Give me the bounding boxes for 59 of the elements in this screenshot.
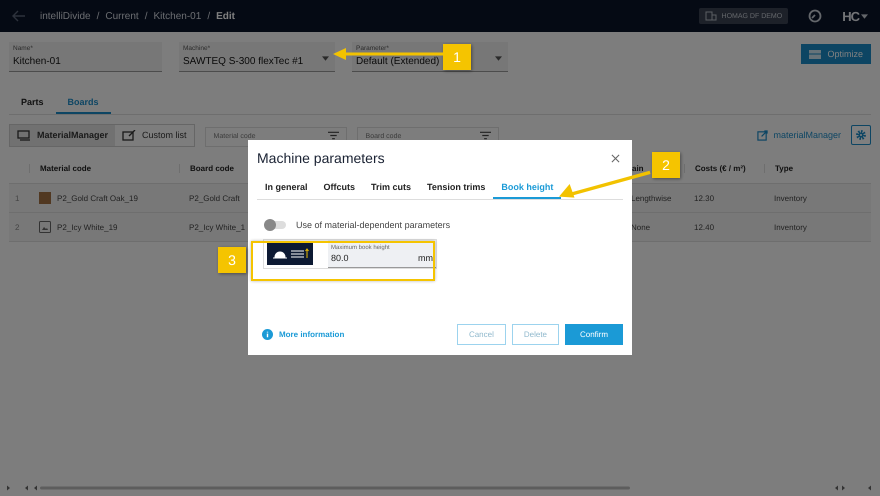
- table-cell: P2_Gold Craft Oak_19: [57, 194, 138, 202]
- breadcrumb-item: Edit: [216, 10, 235, 22]
- breadcrumb-separator: /: [144, 10, 148, 22]
- table-cell-text: P2_Icy White_1: [188, 222, 246, 232]
- table-cell-text: Inventory: [773, 194, 807, 202]
- table-cell: P2_Icy White_19: [57, 222, 118, 232]
- breadcrumb-separator: /: [96, 10, 100, 22]
- table-cell-text: 12.40: [693, 222, 714, 232]
- tab[interactable]: Parts: [9, 92, 56, 114]
- caret-icon[interactable]: [495, 56, 502, 61]
- caret-icon[interactable]: [322, 56, 329, 61]
- filter-icon[interactable]: [480, 131, 491, 140]
- table-cell: Lengthwise: [631, 194, 672, 202]
- tab[interactable]: Offcuts: [316, 177, 364, 199]
- tab[interactable]: Book height: [493, 177, 562, 199]
- source-toggle-button[interactable]: MaterialManager: [10, 124, 116, 146]
- callout-marker: 2: [652, 152, 680, 178]
- callout-marker: 3: [218, 247, 246, 273]
- external-link-icon: [757, 130, 768, 140]
- settings-icon: [855, 129, 867, 141]
- dialog-title: Machine parameters: [257, 150, 385, 166]
- tab[interactable]: In general: [257, 177, 316, 199]
- saw-stack-height-icon: [267, 243, 313, 265]
- column-header: Type: [764, 164, 794, 172]
- dialog-button[interactable]: Confirm: [564, 324, 623, 345]
- breadcrumb-item[interactable]: Kitchen-01: [154, 10, 202, 22]
- caret-icon[interactable]: [861, 14, 868, 18]
- edit-icon: [122, 130, 136, 140]
- monitor-icon: [17, 130, 31, 140]
- column-header: Material code: [29, 164, 92, 172]
- dialog-button[interactable]: Cancel: [456, 324, 506, 345]
- table-cell-text: 12.30: [693, 194, 714, 202]
- table-cell-text: Inventory: [773, 222, 807, 232]
- dialog-button[interactable]: Delete: [512, 324, 559, 345]
- logo[interactable]: HC: [842, 8, 859, 24]
- breadcrumb-item[interactable]: intelliDivide: [40, 10, 91, 22]
- material-manager-link[interactable]: materialManager: [757, 130, 841, 140]
- breadcrumb-item[interactable]: Current: [105, 10, 139, 22]
- column-header: Costs (€ / m²): [684, 164, 746, 172]
- info-icon: [262, 329, 273, 340]
- building-icon: [704, 11, 717, 21]
- column-header: ain: [631, 164, 644, 172]
- image-placeholder-icon: [39, 221, 51, 233]
- layout-icon: [809, 50, 822, 58]
- toggle-switch[interactable]: [266, 221, 286, 229]
- settings-button[interactable]: [851, 125, 871, 145]
- column-header: Board code: [179, 164, 234, 172]
- more-information-link[interactable]: More information: [262, 329, 344, 340]
- tab[interactable]: Tension trims: [419, 177, 494, 199]
- filter-icon[interactable]: [328, 131, 339, 140]
- wood-swatch-icon: [39, 192, 51, 204]
- toggle-label: Use of material-dependent parameters: [296, 220, 450, 230]
- breadcrumb-separator: /: [207, 10, 210, 22]
- close-icon[interactable]: [611, 154, 620, 162]
- callout-marker: 1: [443, 44, 471, 70]
- tab[interactable]: Trim cuts: [363, 177, 420, 199]
- optimize-button[interactable]: Optimize: [801, 44, 871, 64]
- tab[interactable]: Boards: [56, 92, 111, 114]
- table-cell-text: P2_Gold Craft: [188, 194, 240, 202]
